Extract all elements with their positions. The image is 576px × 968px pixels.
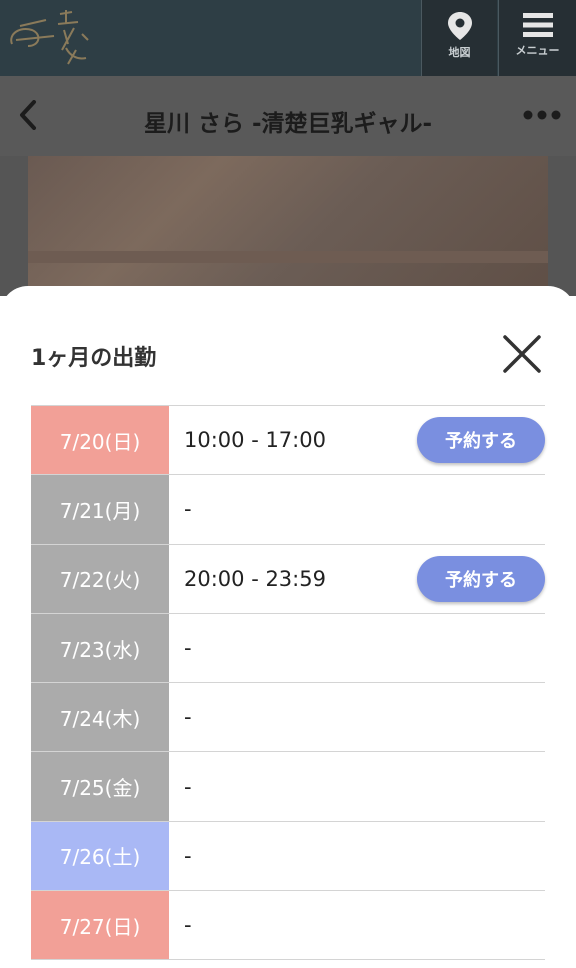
time-cell: - [184, 636, 192, 661]
map-label: 地図 [448, 46, 471, 59]
time-cell: - [184, 843, 192, 868]
date-cell: 7/23(水) [31, 613, 169, 683]
more-icon[interactable] [522, 108, 562, 122]
date-cell: 7/24(木) [31, 683, 169, 752]
reserve-button[interactable]: 予約する [417, 555, 545, 602]
time-cell: - [184, 913, 192, 938]
top-header: 地図 メニュー [0, 0, 576, 76]
time-cell: - [184, 497, 192, 522]
time-cell: - [184, 705, 192, 730]
date-cell: 7/25(金) [31, 752, 169, 821]
menu-label: メニュー [515, 44, 560, 57]
title-bar: 星川 さら -清楚巨乳ギャル- [0, 76, 576, 156]
schedule-row: 7/21(月) - [31, 475, 545, 545]
profile-photo-area [0, 156, 576, 296]
date-cell: 7/26(土) [31, 821, 169, 891]
schedule-row: 7/22(火) 20:00 - 23:59 予約する [31, 544, 545, 614]
profile-photo [28, 156, 548, 296]
schedule-row: 7/26(土) - [31, 821, 545, 892]
schedule-row: 7/25(金) - [31, 752, 545, 822]
logo[interactable] [6, 4, 106, 70]
schedule-row: 7/24(木) - [31, 683, 545, 753]
page-title: 星川 さら -清楚巨乳ギャル- [143, 111, 433, 137]
photo-detail [28, 251, 548, 263]
map-pin-icon [447, 12, 472, 40]
date-cell: 7/21(月) [31, 475, 169, 544]
time-cell: 10:00 - 17:00 [184, 428, 326, 453]
date-cell: 7/22(火) [31, 544, 169, 613]
date-cell: 7/20(日) [31, 406, 169, 475]
date-cell: 7/27(日) [31, 891, 169, 960]
menu-button[interactable]: メニュー [498, 0, 576, 76]
modal-title: 1ヶ月の出勤 [31, 346, 157, 371]
schedule-row: 7/27(日) - [31, 891, 545, 961]
schedule-row: 7/20(日) 10:00 - 17:00 予約する [31, 406, 545, 476]
close-icon[interactable] [502, 334, 542, 374]
schedule-table: 7/20(日) 10:00 - 17:00 予約する 7/21(月) - 7/2… [31, 405, 545, 961]
reserve-button[interactable]: 予約する [417, 417, 545, 464]
time-cell: 20:00 - 23:59 [184, 566, 326, 591]
time-cell: - [184, 774, 192, 799]
map-button[interactable]: 地図 [421, 0, 497, 76]
schedule-modal: 1ヶ月の出勤 7/20(日) 10:00 - 17:00 予約する 7/21(月… [0, 286, 576, 968]
hamburger-icon [522, 13, 553, 37]
schedule-row: 7/23(水) - [31, 613, 545, 684]
